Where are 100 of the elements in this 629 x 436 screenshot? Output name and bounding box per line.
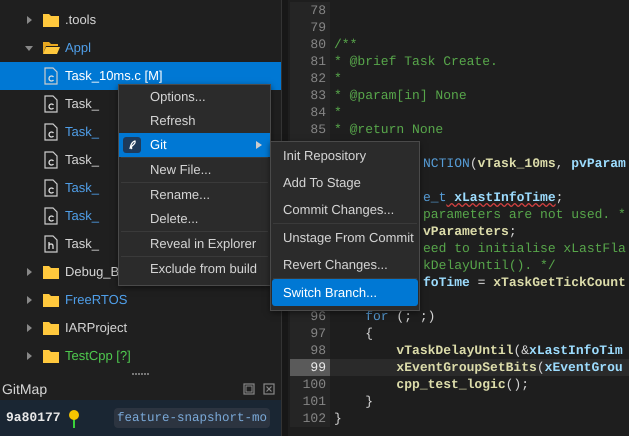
source-file-icon (42, 123, 60, 141)
menu-item[interactable]: Exclude from build (119, 257, 270, 281)
code-token: , (556, 156, 564, 171)
code-token: vTask_10ms (478, 156, 556, 171)
code-token: for (364, 309, 389, 324)
code-token: (; ;) (395, 309, 436, 324)
menu-item[interactable]: Revert Changes... (272, 251, 418, 278)
code-token: parameters are not used. * (423, 207, 626, 222)
line-number: 84 (290, 104, 330, 121)
line-number: 98 (290, 342, 330, 359)
expand-arrow-icon[interactable] (24, 267, 34, 277)
code-token: kDelayUntil(). */ (423, 258, 556, 273)
code-token: * @return None (334, 122, 444, 137)
code-token: = (476, 275, 486, 290)
source-file-icon (42, 179, 60, 197)
source-file-icon (42, 207, 60, 225)
menu-item[interactable]: Refresh (119, 109, 270, 133)
menu-item[interactable]: Options... (119, 85, 270, 109)
caret-icon (256, 141, 262, 149)
code-token: { (364, 326, 374, 341)
tree-item[interactable]: Debug_B (65, 265, 120, 279)
source-file-icon (42, 95, 60, 113)
tree-item[interactable]: Task_ (65, 153, 99, 167)
menu-item[interactable]: Switch Branch... (272, 279, 418, 306)
tree-item[interactable]: Task_ (65, 181, 99, 195)
tree-item[interactable]: TestCpp [?] (65, 349, 131, 363)
code-token: xEventGroupSetBits (395, 360, 537, 375)
tree-item[interactable]: Appl (65, 41, 92, 55)
expand-arrow-icon[interactable] (24, 351, 34, 361)
code-token: (& (513, 343, 530, 358)
code-token: * (334, 105, 342, 120)
code-token: * (334, 71, 342, 86)
code-token: xLastInfoTime (453, 190, 556, 205)
menu-item[interactable]: New File... (119, 158, 270, 182)
line-number: 79 (290, 19, 330, 36)
line-number: 78 (290, 2, 330, 19)
folder-icon (42, 263, 60, 281)
folder-icon (42, 319, 60, 337)
menu-item[interactable]: Commit Changes... (272, 196, 418, 223)
expand-arrow-icon[interactable] (24, 15, 34, 25)
line-number: 100 (290, 376, 330, 393)
code-token: xLastInfoTim (529, 343, 623, 358)
line-number: 85 (290, 121, 330, 138)
code-token: } (364, 394, 374, 409)
close-icon[interactable] (263, 383, 275, 395)
line-number: 80 (290, 36, 330, 53)
code-token: cpp_test_logic (395, 377, 506, 392)
code-token: eed to initialise xLastFla (423, 241, 626, 256)
tree-item[interactable]: Task_ (65, 237, 99, 251)
menu-item[interactable]: Git (119, 133, 270, 157)
folder-icon (42, 291, 60, 309)
code-token: xTaskGetTickCount (493, 275, 626, 290)
code-token: } (334, 411, 342, 426)
folder-icon (42, 347, 60, 365)
menu-item[interactable]: Add To Stage (272, 169, 418, 196)
code-token: ( (536, 360, 545, 375)
code-token: pvParam (571, 156, 626, 171)
code-token: /** (334, 37, 358, 52)
panel-title: GitMap (2, 380, 48, 399)
collapse-arrow-icon[interactable] (24, 43, 34, 53)
tree-item[interactable]: IARProject (65, 321, 128, 335)
commit-node-icon (68, 408, 80, 428)
menu-item[interactable]: Unstage From Commit (272, 224, 418, 251)
code-token: * @brief Task Create. (334, 54, 498, 69)
git-icon (123, 137, 141, 153)
code-token: xEventGrou (544, 360, 623, 375)
tree-item[interactable]: .tools (65, 13, 96, 27)
expand-arrow-icon[interactable] (24, 323, 34, 333)
tree-item[interactable]: Task_ (65, 125, 99, 139)
code-token: e_t (423, 190, 446, 205)
code-token: ; (556, 190, 564, 205)
tree-item[interactable]: Task_ (65, 97, 99, 111)
expand-arrow-icon[interactable] (24, 295, 34, 305)
line-number: 97 (290, 325, 330, 342)
source-file-icon (42, 67, 60, 85)
code-token: foTime (423, 275, 470, 290)
line-number: 101 (290, 393, 330, 410)
folder-icon (42, 11, 60, 29)
menu-item[interactable]: Rename... (119, 183, 270, 207)
source-file-icon (42, 151, 60, 169)
line-number: 81 (290, 53, 330, 70)
restore-icon[interactable] (243, 383, 255, 395)
menu-item[interactable]: Reveal in Explorer (119, 232, 270, 256)
open-folder-icon (42, 39, 60, 57)
tree-item[interactable]: Task_ (65, 209, 99, 223)
grip-icon[interactable] (132, 372, 150, 376)
line-number: 82 (290, 70, 330, 87)
line-number: 83 (290, 87, 330, 104)
tree-item[interactable]: FreeRTOS (65, 293, 128, 307)
code-token: ( (470, 156, 478, 171)
branch-tag: feature-snapshort-mo (114, 408, 270, 428)
line-number: 99 (290, 359, 330, 376)
code-token: (); (506, 377, 530, 392)
line-number: 102 (290, 410, 330, 427)
tree-item[interactable]: Task_10ms.c [M] (65, 69, 163, 83)
commit-hash[interactable]: 9a80177 (6, 408, 68, 428)
code-token: vTaskDelayUntil (395, 343, 514, 358)
code-token: * @param[in] None (334, 88, 467, 103)
menu-item[interactable]: Delete... (119, 207, 270, 231)
menu-item[interactable]: Init Repository (272, 142, 418, 169)
